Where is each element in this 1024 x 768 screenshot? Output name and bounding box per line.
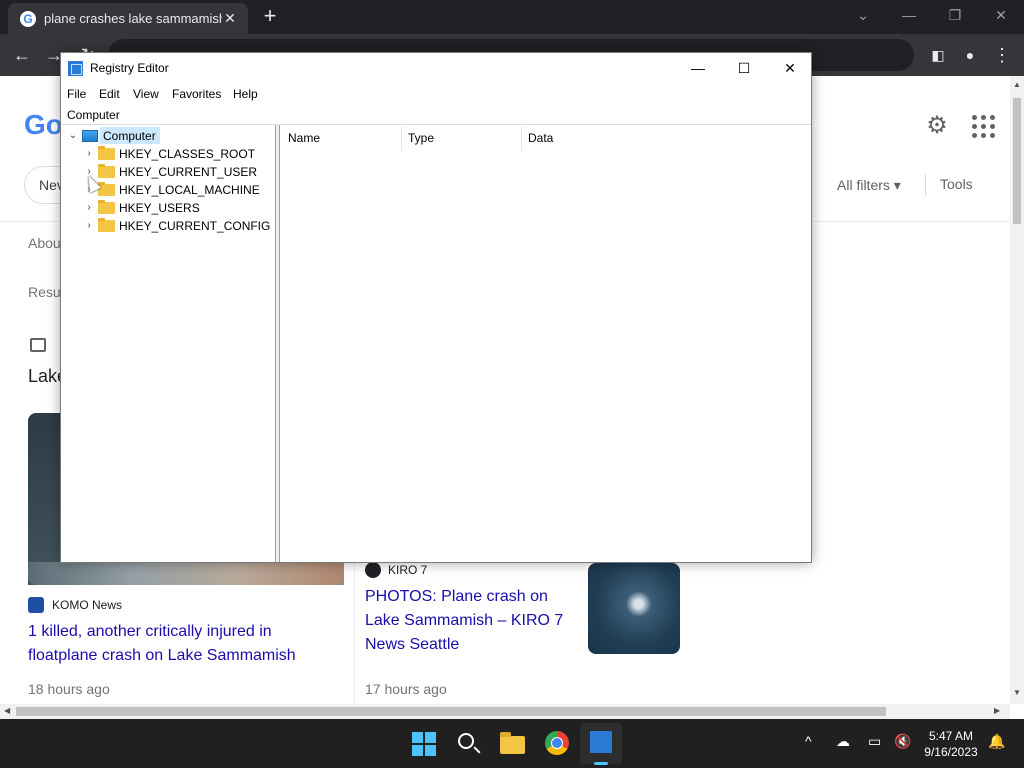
tree-label: HKEY_USERS xyxy=(119,201,200,215)
profile-icon[interactable]: ● xyxy=(958,43,982,67)
scrollbar-thumb[interactable] xyxy=(16,707,886,716)
folder-icon xyxy=(98,200,115,214)
tree-node-hkey-users[interactable]: › HKEY_USERS xyxy=(61,199,276,217)
menu-favorites[interactable]: Favorites xyxy=(172,87,221,101)
back-icon[interactable]: ← xyxy=(10,43,34,67)
news-timestamp: 17 hours ago xyxy=(365,681,447,697)
news-source: KIRO 7 xyxy=(388,563,428,577)
settings-gear-icon[interactable]: ⚙ xyxy=(924,113,950,139)
chrome-tab-strip: G plane crashes lake sammamish - ✕ + ⌄ —… xyxy=(0,0,1024,34)
folder-icon xyxy=(98,218,115,232)
chevron-down-icon[interactable]: ⌄ xyxy=(67,127,79,145)
news-card-thumbnail[interactable] xyxy=(588,563,680,654)
show-hidden-icons-chevron-icon[interactable]: ^ xyxy=(805,733,812,749)
google-favicon-icon: G xyxy=(20,11,36,27)
tree-label: HKEY_CURRENT_CONFIG xyxy=(119,219,271,233)
news-source: KOMO News xyxy=(52,598,123,612)
filter-divider xyxy=(925,174,926,196)
computer-icon xyxy=(82,130,98,142)
tree-node-computer[interactable]: ⌄ Computer xyxy=(61,127,276,145)
active-indicator xyxy=(594,762,608,765)
minimize-button[interactable]: — xyxy=(675,53,721,83)
registry-editor-icon xyxy=(68,61,83,76)
column-header-data[interactable]: Data xyxy=(528,131,553,145)
menu-bar: File Edit View Favorites Help xyxy=(61,83,811,105)
volume-muted-icon[interactable]: 🔇 xyxy=(894,733,911,750)
results-label: Resu xyxy=(28,284,61,300)
tree-label: HKEY_CLASSES_ROOT xyxy=(119,147,256,161)
chrome-icon[interactable] xyxy=(545,731,569,755)
window-titlebar[interactable]: Registry Editor — ☐ ✕ xyxy=(61,53,811,83)
scroll-left-icon[interactable]: ◀ xyxy=(4,706,10,715)
about-results-text: Abou xyxy=(28,235,61,251)
address-field[interactable]: Computer xyxy=(61,105,811,125)
news-headline-link[interactable]: 1 killed, another critically injured in … xyxy=(28,620,328,668)
column-header-name[interactable]: Name xyxy=(288,131,320,145)
side-panel-icon[interactable]: ◧ xyxy=(926,43,950,67)
close-button[interactable]: ✕ xyxy=(767,53,813,83)
scroll-up-icon[interactable]: ▲ xyxy=(1013,80,1021,89)
chrome-restore-button[interactable]: ❐ xyxy=(940,4,970,28)
chrome-minimize-button[interactable]: — xyxy=(894,4,924,28)
windows-start-icon[interactable] xyxy=(412,729,440,757)
kiro7-logo-icon xyxy=(365,562,381,578)
scrollbar-thumb[interactable] xyxy=(1013,98,1021,224)
komo-news-logo-icon xyxy=(28,597,44,613)
window-title: Registry Editor xyxy=(90,61,169,75)
news-headline-link[interactable]: PHOTOS: Plane crash on Lake Sammamish – … xyxy=(365,585,575,657)
registry-editor-taskbar-icon[interactable] xyxy=(590,731,612,753)
google-logo[interactable]: Go xyxy=(24,109,63,141)
news-timestamp: 18 hours ago xyxy=(28,681,110,697)
column-divider[interactable] xyxy=(521,127,522,151)
maximize-button[interactable]: ☐ xyxy=(721,53,767,83)
chrome-close-button[interactable]: ✕ xyxy=(986,4,1016,28)
horizontal-scrollbar[interactable]: ◀ ▶ xyxy=(0,704,1010,719)
desktop-screen: G plane crashes lake sammamish - ✕ + ⌄ —… xyxy=(0,0,1024,768)
news-card-image-strip xyxy=(28,562,344,585)
clock-time: 5:47 AM xyxy=(928,729,974,743)
folder-icon xyxy=(98,164,115,178)
scroll-right-icon[interactable]: ▶ xyxy=(994,706,1000,715)
new-tab-button[interactable]: + xyxy=(258,5,282,29)
clock-date: 9/16/2023 xyxy=(924,745,978,759)
menu-view[interactable]: View xyxy=(133,87,159,101)
scroll-down-icon[interactable]: ▼ xyxy=(1013,688,1021,697)
tree-node-hkey-classes-root[interactable]: › HKEY_CLASSES_ROOT xyxy=(61,145,276,163)
taskbar: ^ ☁ ▭ 🔇 5:47 AM 9/16/2023 🔔 xyxy=(0,719,1024,768)
onedrive-cloud-icon[interactable]: ☁ xyxy=(836,733,850,750)
chevron-right-icon[interactable]: › xyxy=(83,145,95,163)
system-clock[interactable]: 5:47 AM 9/16/2023 xyxy=(920,728,982,760)
tab-title: plane crashes lake sammamish - xyxy=(44,11,222,26)
browser-tab[interactable]: G plane crashes lake sammamish - ✕ xyxy=(8,3,248,34)
card-divider xyxy=(354,562,355,704)
menu-help[interactable]: Help xyxy=(233,87,258,101)
menu-edit[interactable]: Edit xyxy=(99,87,120,101)
column-divider[interactable] xyxy=(401,127,402,151)
notification-bell-icon[interactable]: 🔔 xyxy=(988,733,1005,750)
network-icon[interactable]: ▭ xyxy=(868,733,881,750)
file-explorer-icon[interactable] xyxy=(500,732,525,754)
google-apps-icon[interactable] xyxy=(972,115,996,139)
registry-editor-window: Registry Editor — ☐ ✕ File Edit View Fav… xyxy=(60,52,812,563)
tab-close-icon[interactable]: ✕ xyxy=(220,8,240,28)
chevron-right-icon[interactable]: › xyxy=(83,199,95,217)
values-list[interactable]: Name Type Data xyxy=(280,125,811,562)
tree-label: HKEY_CURRENT_USER xyxy=(119,165,258,179)
tree-node-hkey-current-config[interactable]: › HKEY_CURRENT_CONFIG xyxy=(61,217,276,235)
tree-label: Computer xyxy=(103,129,156,143)
column-header-type[interactable]: Type xyxy=(408,131,434,145)
all-filters-button[interactable]: All filters ▾ xyxy=(837,177,901,194)
tree-label: HKEY_LOCAL_MACHINE xyxy=(119,183,260,197)
folder-icon xyxy=(98,182,115,196)
menu-file[interactable]: File xyxy=(67,87,86,101)
search-icon[interactable] xyxy=(458,733,474,749)
chrome-menu-icon[interactable]: ⋮ xyxy=(990,43,1014,67)
tools-button[interactable]: Tools xyxy=(940,176,973,192)
tab-search-icon[interactable]: ⌄ xyxy=(848,4,878,28)
vertical-scrollbar[interactable]: ▲ ▼ xyxy=(1010,76,1024,704)
folder-icon xyxy=(98,146,115,160)
chevron-right-icon[interactable]: › xyxy=(83,217,95,235)
newspaper-icon xyxy=(30,338,46,352)
